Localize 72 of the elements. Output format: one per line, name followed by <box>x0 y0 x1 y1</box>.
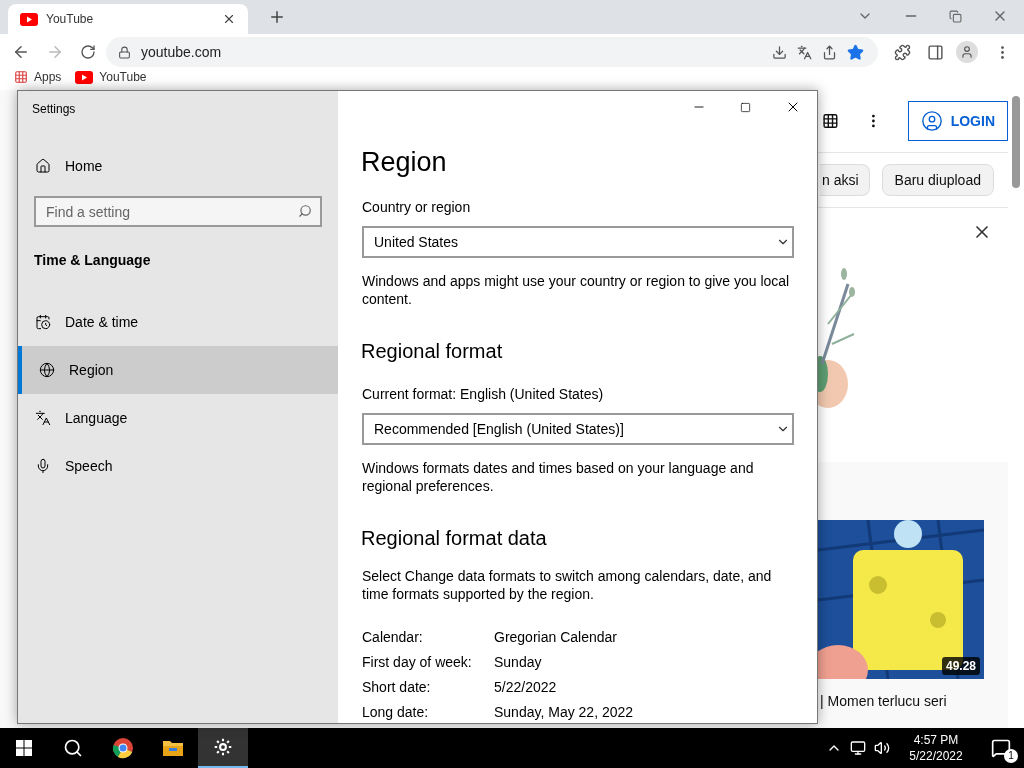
reload-icon[interactable] <box>80 44 96 60</box>
filter-chip[interactable]: n aksi <box>820 164 870 196</box>
description-text: Windows formats dates and times based on your language and regional preferences. <box>362 459 755 495</box>
notification-count: 1 <box>1004 749 1018 763</box>
folder-icon <box>162 739 184 757</box>
data-label: Short date: <box>362 678 432 696</box>
nav-item[interactable]: Language <box>18 394 338 442</box>
nav-item[interactable]: Date & time <box>18 298 338 346</box>
clock-date[interactable]: 5/22/2022 <box>909 748 963 764</box>
section-heading: Regional format data <box>361 526 548 551</box>
data-value: Sunday <box>494 653 542 671</box>
star-icon[interactable] <box>847 43 864 61</box>
scrollbar-thumb[interactable] <box>1012 96 1020 188</box>
back-icon[interactable] <box>12 43 30 61</box>
section-heading: Time & Language <box>34 251 152 270</box>
nav-icon <box>39 362 55 378</box>
field-label: Country or region <box>362 198 472 217</box>
login-button[interactable]: LOGIN <box>907 101 1008 141</box>
restore-icon[interactable] <box>949 9 962 23</box>
clock-time[interactable]: 4:57 PM <box>913 732 959 748</box>
close-icon[interactable] <box>222 12 236 26</box>
country-dropdown[interactable]: United States <box>362 226 794 258</box>
download-icon[interactable] <box>772 44 787 60</box>
data-label: Long date: <box>362 703 430 721</box>
nav-item[interactable]: Region <box>18 346 338 394</box>
extensions-icon[interactable] <box>894 43 911 61</box>
nav-item[interactable]: Speech <box>18 442 338 490</box>
browser-tab[interactable]: YouTube <box>8 4 248 34</box>
data-label: First day of week: <box>362 653 473 671</box>
windows-logo-icon <box>16 740 32 756</box>
search-icon <box>298 204 312 218</box>
description-text: Windows and apps might use your country or region to give you local content. <box>362 272 791 308</box>
nav-icon <box>35 314 51 330</box>
filter-chip[interactable]: Baru diupload <box>881 164 994 196</box>
bookmark-link[interactable]: YouTube <box>99 70 147 84</box>
search-field[interactable]: Find a setting <box>34 196 322 227</box>
notification-icon[interactable] <box>991 738 1011 758</box>
video-title[interactable]: | Momen terlucu seri <box>820 691 1008 712</box>
field-label: Current format: English (United States) <box>362 385 605 404</box>
share-icon[interactable] <box>822 44 837 60</box>
format-dropdown[interactable]: Recommended [English (United States)] <box>362 413 794 445</box>
data-value: Sunday, May 22, 2022 <box>494 703 634 721</box>
maximize-icon[interactable] <box>740 101 751 113</box>
translate-icon[interactable] <box>797 44 812 60</box>
nav-icon <box>35 410 51 426</box>
section-heading: Regional format <box>361 339 504 364</box>
home-icon <box>35 158 51 174</box>
bookmark-link[interactable]: Apps <box>34 70 62 84</box>
new-tab-icon[interactable] <box>268 8 286 26</box>
data-value: 5/22/2022 <box>494 678 557 696</box>
description-text: Select Change data formats to switch among calendars, date, and time formats supported by the region. <box>362 567 773 603</box>
network-icon[interactable] <box>850 740 866 756</box>
profile-avatar[interactable] <box>956 41 978 63</box>
side-panel-icon[interactable] <box>927 43 944 61</box>
search-icon <box>63 738 83 758</box>
lock-icon <box>118 45 131 59</box>
user-icon <box>920 110 943 132</box>
address-bar[interactable]: youtube.com <box>106 37 878 67</box>
volume-icon[interactable] <box>874 740 890 756</box>
home-nav-item[interactable]: Home <box>18 152 338 180</box>
data-value: Gregorian Calendar <box>494 628 617 646</box>
nav-icon <box>35 458 51 474</box>
page-heading: Region <box>361 146 448 179</box>
data-label: Calendar: <box>362 628 424 646</box>
apps-grid-icon[interactable] <box>822 112 839 130</box>
window-title: Settings <box>32 101 77 118</box>
taskbar-button[interactable] <box>198 728 248 768</box>
chrome-logo-icon <box>112 737 134 759</box>
youtube-logo-icon <box>20 12 38 26</box>
apps-grid-icon <box>14 70 28 84</box>
gear-icon <box>213 737 233 757</box>
video-duration: 49.28 <box>941 657 980 675</box>
